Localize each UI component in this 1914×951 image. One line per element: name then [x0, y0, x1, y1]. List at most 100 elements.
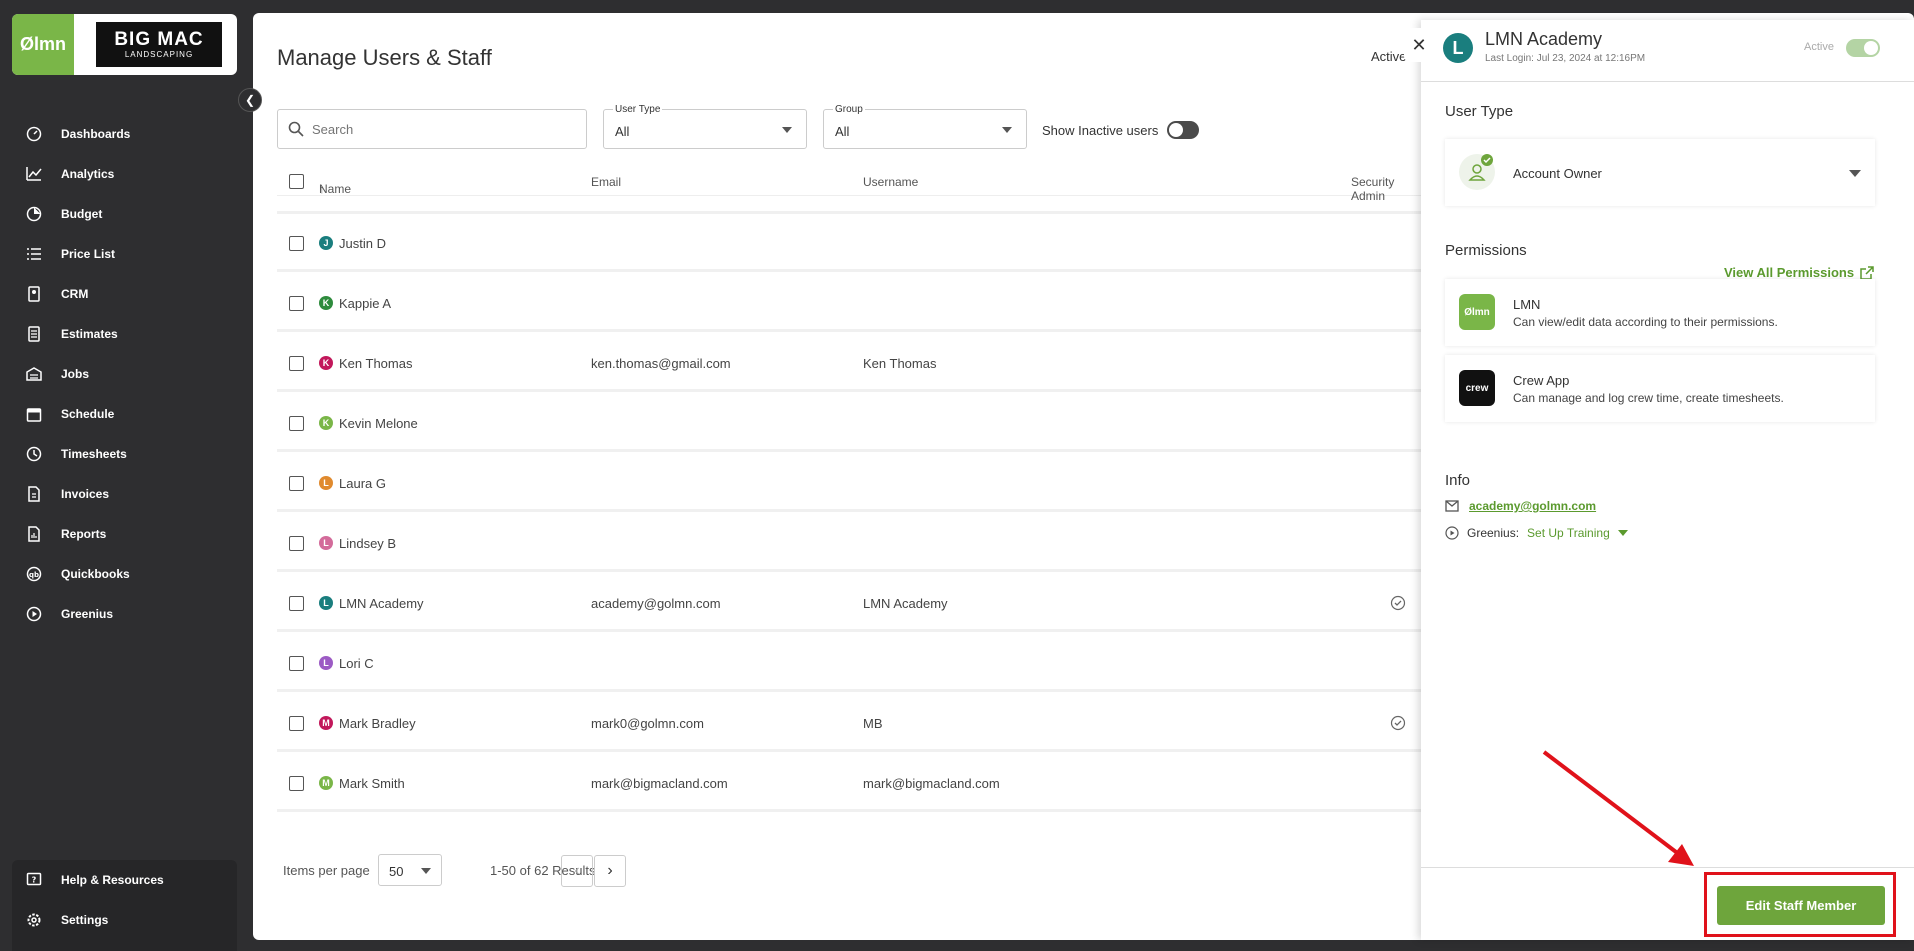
nav-analytics[interactable]: Analytics	[0, 154, 250, 194]
show-inactive-toggle[interactable]: Show Inactive users	[1042, 121, 1200, 139]
row-checkbox[interactable]	[289, 476, 304, 491]
search-input[interactable]	[312, 121, 572, 137]
table-row[interactable]: M Mark Smith mark@bigmacland.com mark@bigma…	[277, 754, 1427, 812]
user-name[interactable]: Justin D	[339, 236, 386, 251]
user-name[interactable]: Lindsey B	[339, 536, 396, 551]
table-row[interactable]: L LMN Academy academy@golmn.com LMN Academy	[277, 574, 1427, 632]
user-email: mark0@golmn.com	[591, 716, 704, 731]
status-label: Active	[1804, 41, 1834, 53]
invoice-icon	[25, 485, 43, 503]
last-login: Last Login: Jul 23, 2024 at 12:16PM	[1485, 53, 1646, 64]
row-checkbox[interactable]	[289, 596, 304, 611]
chevron-down-icon	[1849, 170, 1861, 177]
select-all-checkbox[interactable]	[289, 174, 304, 189]
chevron-down-icon	[782, 127, 792, 133]
nav-invoices[interactable]: Invoices	[0, 474, 250, 514]
group-select[interactable]: Group All	[823, 104, 1027, 149]
row-checkbox[interactable]	[289, 296, 304, 311]
permission-name: Crew App	[1513, 373, 1570, 388]
row-checkbox[interactable]	[289, 236, 304, 251]
avatar: M	[319, 776, 333, 790]
row-checkbox[interactable]	[289, 776, 304, 791]
reports-icon	[25, 525, 43, 543]
nav-greenius[interactable]: Greenius	[0, 594, 250, 634]
items-per-page-label: Items per page	[283, 863, 370, 878]
table-row[interactable]	[277, 198, 1427, 214]
row-checkbox[interactable]	[289, 716, 304, 731]
table-row[interactable]	[277, 814, 1427, 838]
avatar: L	[319, 596, 333, 610]
user-name[interactable]: Mark Smith	[339, 776, 405, 791]
company-logo-bottom: LANDSCAPING	[124, 50, 194, 59]
view-all-permissions-link[interactable]: View All Permissions	[1724, 265, 1874, 280]
table-row[interactable]: L Lori C	[277, 634, 1427, 692]
user-type-value: All	[615, 124, 630, 139]
jobs-icon	[25, 365, 43, 383]
collapse-sidebar-button[interactable]: ❮	[238, 88, 262, 112]
nav-schedule[interactable]: Schedule	[0, 394, 250, 434]
chevron-left-icon: ‹	[574, 862, 580, 879]
nav-label: Help & Resources	[61, 873, 164, 887]
nav-jobs[interactable]: Jobs	[0, 354, 250, 394]
group-label: Group	[833, 104, 865, 115]
avatar: J	[319, 236, 333, 250]
user-email: mark@bigmacland.com	[591, 776, 728, 791]
user-name[interactable]: Kevin Melone	[339, 416, 418, 431]
nav-reports[interactable]: Reports	[0, 514, 250, 554]
row-checkbox[interactable]	[289, 536, 304, 551]
column-email[interactable]: Email	[591, 175, 621, 189]
play-icon	[1445, 526, 1459, 540]
table-row[interactable]: K Kappie A	[277, 274, 1427, 332]
column-username[interactable]: Username	[863, 175, 918, 189]
active-toggle[interactable]	[1846, 39, 1880, 57]
analytics-icon	[25, 165, 43, 183]
prev-page-button[interactable]: ‹	[561, 855, 593, 887]
table-row[interactable]: K Kevin Melone	[277, 394, 1427, 452]
toggle-switch[interactable]	[1167, 121, 1200, 139]
nav-price-list[interactable]: Price List	[0, 234, 250, 274]
next-page-button[interactable]: ›	[594, 855, 626, 887]
nav-label: CRM	[61, 287, 89, 301]
nav-dashboards[interactable]: Dashboards	[0, 114, 250, 154]
table-row[interactable]: M Mark Bradley mark0@golmn.com MB	[277, 694, 1427, 752]
set-up-training-link[interactable]: Set Up Training	[1527, 526, 1610, 540]
table-row[interactable]: L Lindsey B	[277, 514, 1427, 572]
close-drawer-button[interactable]: ✕	[1404, 28, 1434, 62]
user-name[interactable]: Ken Thomas	[339, 356, 412, 371]
row-checkbox[interactable]	[289, 656, 304, 671]
user-name[interactable]: Mark Bradley	[339, 716, 416, 731]
brand-logo-box[interactable]: Ølmn BIG MAC LANDSCAPING	[12, 14, 237, 75]
user-username: mark@bigmacland.com	[863, 776, 1000, 791]
table-row[interactable]: J Justin D	[277, 214, 1427, 272]
user-type-select[interactable]: User Type All	[603, 104, 807, 149]
email-link[interactable]: academy@golmn.com	[1469, 499, 1596, 513]
table-row[interactable]: K Ken Thomas ken.thomas@gmail.com Ken Thoma…	[277, 334, 1427, 392]
nav-timesheets[interactable]: Timesheets	[0, 434, 250, 474]
nav-help[interactable]: ? Help & Resources	[12, 860, 237, 900]
nav-settings[interactable]: Settings	[12, 900, 237, 940]
dashboard-icon	[25, 125, 43, 143]
user-name[interactable]: Kappie A	[339, 296, 391, 311]
user-name[interactable]: Laura G	[339, 476, 386, 491]
nav-estimates[interactable]: Estimates	[0, 314, 250, 354]
search-box[interactable]	[277, 109, 587, 149]
user-type-dropdown[interactable]: Account Owner	[1445, 139, 1875, 206]
nav-budget[interactable]: Budget	[0, 194, 250, 234]
items-per-page-select[interactable]: 50	[378, 854, 442, 886]
external-link-icon	[1860, 265, 1874, 280]
account-owner-icon	[1459, 154, 1495, 190]
chevron-down-icon[interactable]	[1617, 530, 1628, 536]
avatar: K	[319, 296, 333, 310]
sort-up-icon: ↑	[319, 182, 325, 196]
chevron-down-icon	[421, 868, 431, 874]
company-logo: BIG MAC LANDSCAPING	[96, 22, 222, 67]
sidebar-bottom: ? Help & Resources Settings	[12, 860, 237, 951]
table-row[interactable]: L Laura G	[277, 454, 1427, 512]
permission-desc: Can manage and log crew time, create tim…	[1513, 391, 1784, 405]
nav-quickbooks[interactable]: qb Quickbooks	[0, 554, 250, 594]
user-name[interactable]: Lori C	[339, 656, 374, 671]
nav-crm[interactable]: CRM	[0, 274, 250, 314]
row-checkbox[interactable]	[289, 356, 304, 371]
row-checkbox[interactable]	[289, 416, 304, 431]
user-name[interactable]: LMN Academy	[339, 596, 424, 611]
